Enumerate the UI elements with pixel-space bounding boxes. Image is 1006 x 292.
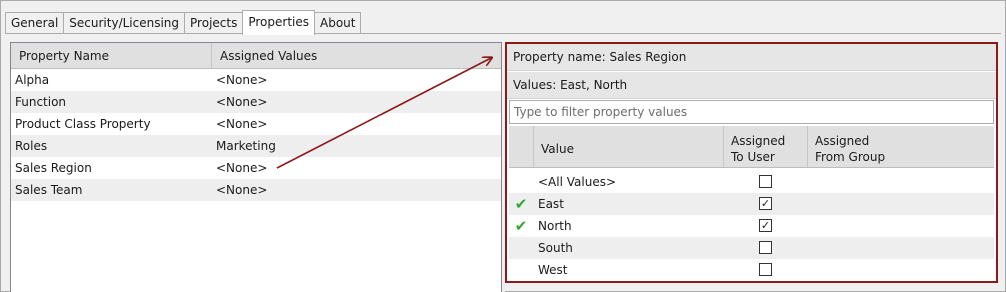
- property-name: Product Class Property: [15, 117, 151, 131]
- assigned-to-user-checkbox[interactable]: ✓: [759, 197, 772, 210]
- header-label-line: From Group: [815, 150, 886, 164]
- property-assigned-value: <None>: [216, 73, 268, 87]
- assigned-to-user-checkbox[interactable]: [759, 241, 772, 254]
- value-row[interactable]: ✔ East ✓: [509, 193, 994, 215]
- assigned-to-user-checkbox[interactable]: [759, 263, 772, 276]
- column-header-assigned-to-user[interactable]: Assigned To User: [724, 126, 808, 167]
- column-header-assigned-from-group[interactable]: Assigned From Group: [808, 126, 994, 167]
- green-check-icon: ✔: [514, 195, 528, 213]
- value-row[interactable]: West: [509, 259, 994, 281]
- selected-property-name: Property name: Sales Region: [507, 44, 996, 71]
- tab-projects[interactable]: Projects: [184, 12, 244, 34]
- assigned-to-user-checkbox[interactable]: ✓: [759, 219, 772, 232]
- header-label-line: To User: [731, 150, 775, 164]
- value-label: South: [538, 241, 573, 255]
- green-check-icon: ✔: [514, 217, 528, 235]
- value-label: North: [538, 219, 572, 233]
- property-list: Property Name Assigned Values Alpha <Non…: [10, 42, 502, 292]
- tab-general[interactable]: General: [5, 12, 65, 34]
- property-list-header: Property Name Assigned Values: [11, 43, 501, 69]
- property-name: Sales Region: [15, 161, 92, 175]
- property-name: Function: [15, 95, 67, 109]
- value-label: <All Values>: [538, 175, 617, 189]
- tab-security-licensing[interactable]: Security/Licensing: [63, 12, 186, 34]
- property-row[interactable]: Roles Marketing: [11, 135, 501, 157]
- property-assigned-value: <None>: [216, 95, 268, 109]
- property-name: Sales Team: [15, 183, 83, 197]
- property-assigned-value: <None>: [216, 183, 268, 197]
- property-assigned-value: Marketing: [216, 139, 276, 153]
- selected-property-values: Values: East, North: [507, 72, 996, 99]
- value-row[interactable]: ✔ North ✓: [509, 215, 994, 237]
- value-row[interactable]: South: [509, 237, 994, 259]
- property-assigned-value: <None>: [216, 161, 268, 175]
- tab-strip: General Security/Licensing Projects Prop…: [5, 10, 362, 35]
- value-row[interactable]: <All Values>: [509, 171, 994, 193]
- filter-values-input[interactable]: [509, 100, 994, 124]
- header-label-line: Assigned: [815, 134, 870, 148]
- property-row[interactable]: Sales Team <None>: [11, 179, 501, 201]
- properties-dialog: General Security/Licensing Projects Prop…: [0, 0, 1006, 292]
- tab-properties[interactable]: Properties: [242, 10, 315, 35]
- assigned-to-user-checkbox[interactable]: [759, 175, 772, 188]
- tab-about[interactable]: About: [314, 12, 362, 34]
- property-row[interactable]: Alpha <None>: [11, 69, 501, 91]
- column-header-property-name[interactable]: Property Name: [11, 43, 212, 68]
- property-values-panel: Property name: Sales Region Values: East…: [505, 42, 998, 283]
- column-header-assigned-values[interactable]: Assigned Values: [212, 43, 501, 68]
- values-grid-header: Value Assigned To User Assigned From Gro…: [509, 126, 994, 168]
- property-row[interactable]: Function <None>: [11, 91, 501, 113]
- tab-divider: [5, 33, 1001, 34]
- value-label: West: [538, 263, 568, 277]
- property-row[interactable]: Sales Region <None>: [11, 157, 501, 179]
- value-label: East: [538, 197, 564, 211]
- column-header-value[interactable]: Value: [534, 126, 724, 167]
- property-name: Roles: [15, 139, 48, 153]
- header-label-line: Assigned: [731, 134, 786, 148]
- property-row[interactable]: Product Class Property <None>: [11, 113, 501, 135]
- property-name: Alpha: [15, 73, 50, 87]
- property-assigned-value: <None>: [216, 117, 268, 131]
- column-header-marker: [509, 126, 534, 167]
